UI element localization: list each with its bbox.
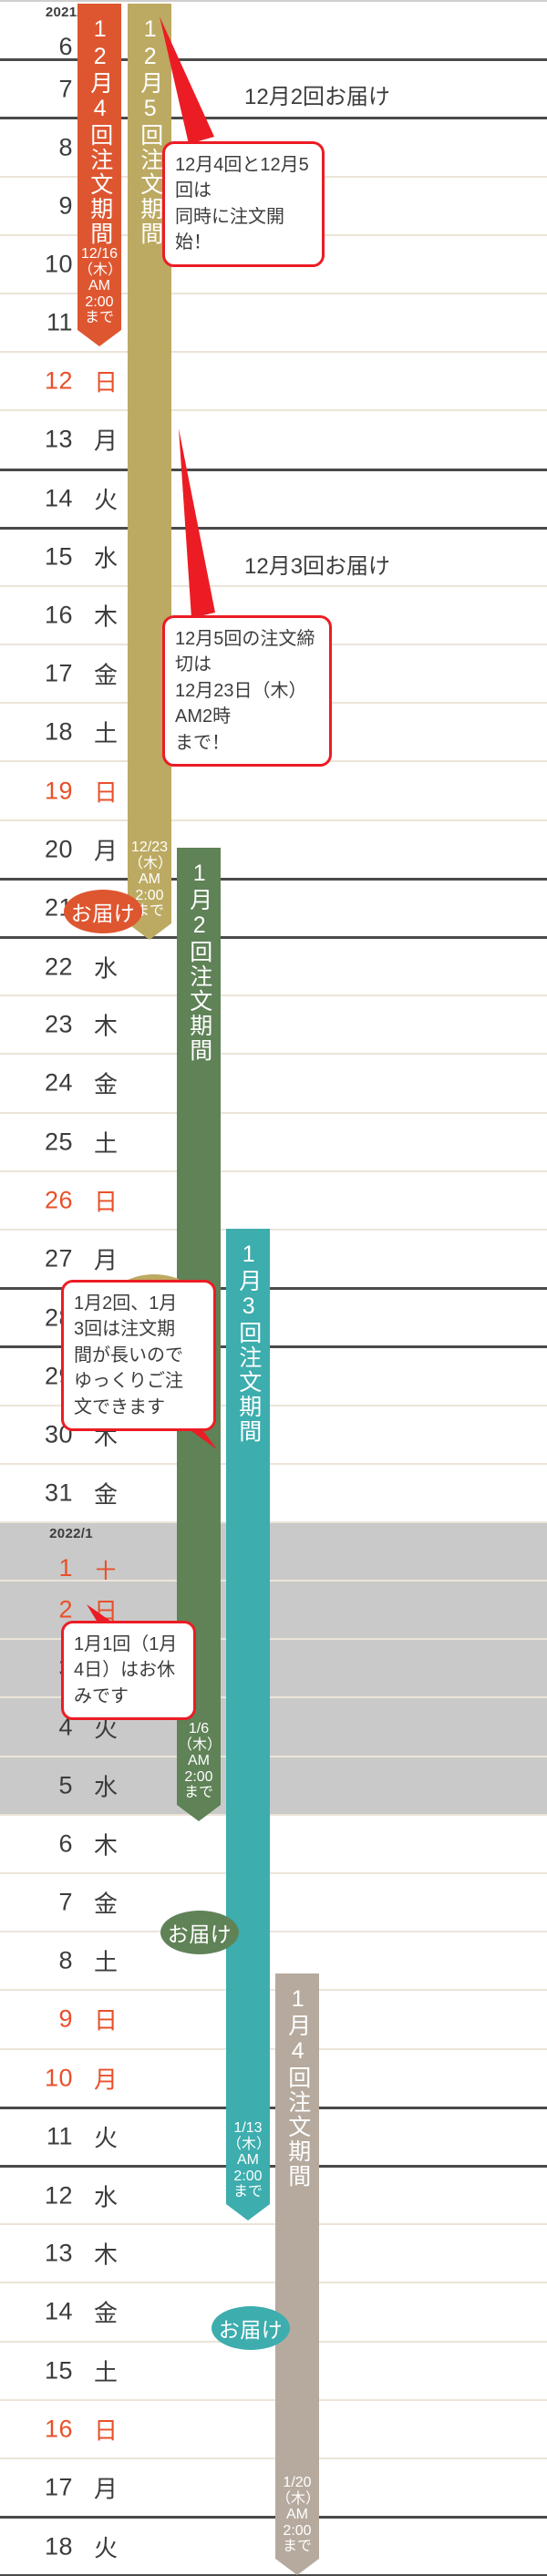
callout-start-together: 12月4回と12月5回は 同時に注文開始！ [162, 141, 325, 267]
callout-long-order-period: 1月2回、1月 3回は注文期 間が長いので ゆっくりご注 文できます [61, 1280, 216, 1431]
callout-line: みです [74, 1685, 129, 1706]
callout-line: 4日）はお休 [74, 1660, 176, 1681]
callout-line: 1月1回（1月 [74, 1634, 178, 1654]
callout-line: ゆっくりご注 [74, 1371, 183, 1392]
callout-line: 1月2回、1月 [74, 1293, 178, 1314]
callout-line: 3回は注文期 [74, 1319, 176, 1340]
callout-line: 12月4回と12月5回は [175, 155, 309, 201]
callout-line: 同時に注文開始！ [175, 206, 284, 253]
callout-jan1-holiday: 1月1回（1月 4日）はお休 みです [61, 1621, 196, 1721]
callout-dec5-deadline: 12月5回の注文締切は 12月23日（木）AM2時まで！ [162, 615, 332, 767]
callout-line: 12月5回の注文締切は [175, 629, 315, 675]
callout-line: 12月23日（木）AM2時 [175, 680, 307, 727]
callout-line: まで！ [175, 732, 230, 753]
callout-line: 文できます [74, 1396, 165, 1417]
delivery-schedule-calendar: 2021/126月7火8水9木10金11土12日13月14火15水16木17金1… [0, 0, 547, 2576]
callout-line: 間が長いので [74, 1345, 183, 1365]
